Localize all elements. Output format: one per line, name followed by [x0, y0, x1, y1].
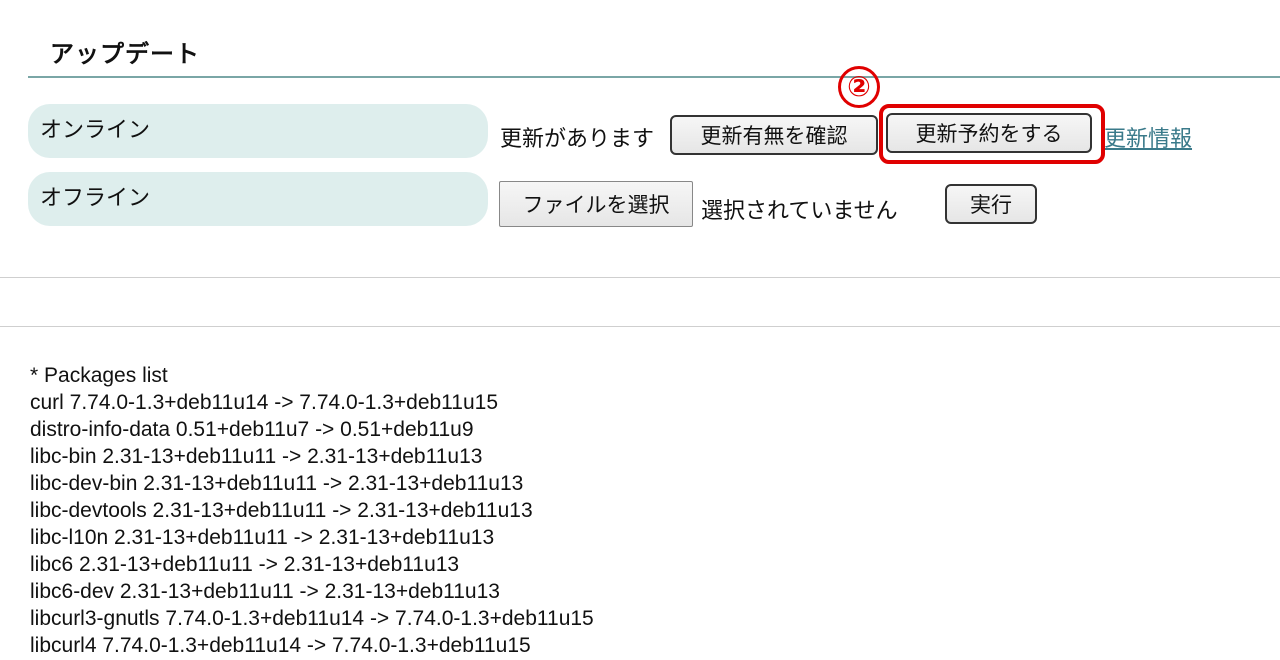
package-item: distro-info-data 0.51+deb11u7 -> 0.51+de… [30, 418, 474, 441]
offline-row-label: オフライン [28, 172, 488, 226]
annotation-marker-2: ② [838, 66, 880, 108]
package-item: libc-bin 2.31-13+deb11u11 -> 2.31-13+deb… [30, 445, 483, 468]
update-info-link[interactable]: 更新情報 [1104, 121, 1192, 153]
package-item: libc6-dev 2.31-13+deb11u11 -> 2.31-13+de… [30, 580, 500, 603]
update-status-text: 更新があります [500, 127, 655, 152]
package-item: libcurl3-gnutls 7.74.0-1.3+deb11u14 -> 7… [30, 607, 594, 630]
check-updates-button[interactable]: 更新有無を確認 [670, 115, 878, 155]
packages-list-header: * Packages list [30, 364, 168, 387]
package-item: libc6 2.31-13+deb11u11 -> 2.31-13+deb11u… [30, 553, 460, 576]
package-item: curl 7.74.0-1.3+deb11u14 -> 7.74.0-1.3+d… [30, 391, 499, 414]
section-divider-bottom [0, 326, 1280, 327]
title-divider [28, 76, 1280, 78]
section-divider-top [0, 277, 1280, 278]
choose-file-button[interactable]: ファイルを選択 [499, 181, 693, 227]
file-status-text: 選択されていません [701, 199, 898, 224]
package-item: libc-devtools 2.31-13+deb11u11 -> 2.31-1… [30, 499, 533, 522]
package-item: libc-dev-bin 2.31-13+deb11u11 -> 2.31-13… [30, 472, 524, 495]
run-button[interactable]: 実行 [945, 184, 1037, 224]
package-item: libc-l10n 2.31-13+deb11u11 -> 2.31-13+de… [30, 526, 495, 549]
packages-list: * Packages list curl 7.74.0-1.3+deb11u14… [30, 362, 594, 659]
online-row-label: オンライン [28, 104, 488, 158]
package-item: libcurl4 7.74.0-1.3+deb11u14 -> 7.74.0-1… [30, 634, 531, 657]
annotation-highlight-box [879, 104, 1105, 164]
update-section-title: アップデート [50, 40, 200, 68]
